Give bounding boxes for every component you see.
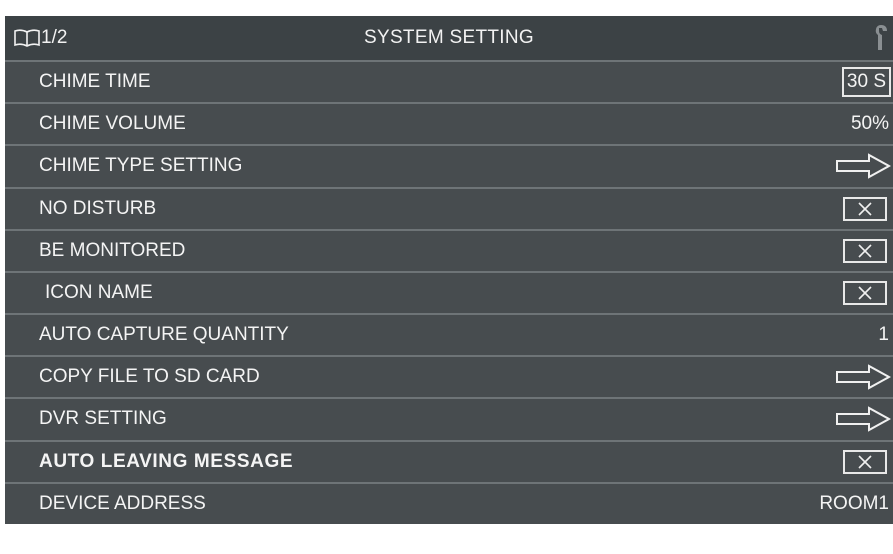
setting-label: DEVICE ADDRESS bbox=[39, 492, 206, 514]
page-title: SYSTEM SETTING bbox=[364, 27, 534, 48]
setting-label: NO DISTURB bbox=[39, 197, 157, 219]
header-bar: 1/2 SYSTEM SETTING bbox=[5, 16, 893, 60]
setting-label: COPY FILE TO SD CARD bbox=[39, 366, 260, 388]
setting-row-dvr-setting[interactable]: DVR SETTING bbox=[5, 397, 893, 440]
icon-name-checkbox[interactable] bbox=[843, 280, 887, 305]
setting-label: AUTO CAPTURE QUANTITY bbox=[39, 324, 289, 346]
arrow-right-icon[interactable] bbox=[835, 406, 891, 433]
auto-leaving-message-checkbox[interactable] bbox=[843, 449, 887, 474]
setting-label: CHIME TYPE SETTING bbox=[39, 155, 243, 177]
setting-row-chime-time[interactable]: CHIME TIME 30 S bbox=[5, 60, 893, 103]
setting-row-device-address[interactable]: DEVICE ADDRESS ROOM1 bbox=[5, 481, 893, 524]
setting-label: CHIME VOLUME bbox=[39, 113, 186, 135]
auto-capture-quantity-value[interactable]: 1 bbox=[878, 324, 889, 346]
chime-volume-value[interactable]: 50% bbox=[851, 113, 889, 135]
x-mark-icon bbox=[858, 286, 872, 300]
setting-label: BE MONITORED bbox=[39, 239, 186, 261]
setting-row-copy-file[interactable]: COPY FILE TO SD CARD bbox=[5, 355, 893, 398]
x-mark-icon bbox=[858, 455, 872, 469]
setting-row-icon-name[interactable]: ICON NAME bbox=[5, 270, 893, 314]
setting-row-chime-type[interactable]: CHIME TYPE SETTING bbox=[5, 144, 893, 187]
setting-row-chime-volume[interactable]: CHIME VOLUME 50% bbox=[5, 102, 893, 145]
chime-time-value[interactable]: 30 S bbox=[841, 67, 891, 98]
setting-row-auto-capture-quantity[interactable]: AUTO CAPTURE QUANTITY 1 bbox=[5, 313, 893, 356]
setting-label: ICON NAME bbox=[45, 281, 153, 303]
settings-list: CHIME TIME 30 S CHIME VOLUME 50% CHIME T… bbox=[5, 60, 893, 524]
setting-label: DVR SETTING bbox=[39, 408, 167, 430]
arrow-right-icon[interactable] bbox=[835, 364, 891, 390]
wrench-icon[interactable] bbox=[867, 22, 889, 52]
setting-row-auto-leaving-message[interactable]: AUTO LEAVING MESSAGE bbox=[5, 439, 893, 482]
device-address-value[interactable]: ROOM1 bbox=[819, 493, 889, 515]
system-setting-screen: 1/2 SYSTEM SETTING CHIME TIME 30 S CHIME… bbox=[0, 0, 893, 554]
setting-row-be-monitored[interactable]: BE MONITORED bbox=[5, 228, 893, 271]
x-mark-icon bbox=[858, 244, 872, 258]
x-mark-icon bbox=[858, 202, 872, 216]
setting-label: AUTO LEAVING MESSAGE bbox=[39, 450, 294, 472]
setting-row-no-disturb[interactable]: NO DISTURB bbox=[5, 186, 893, 229]
be-monitored-checkbox[interactable] bbox=[843, 238, 887, 263]
no-disturb-checkbox[interactable] bbox=[843, 196, 887, 221]
arrow-right-icon[interactable] bbox=[835, 153, 891, 180]
setting-label: CHIME TIME bbox=[39, 71, 151, 93]
